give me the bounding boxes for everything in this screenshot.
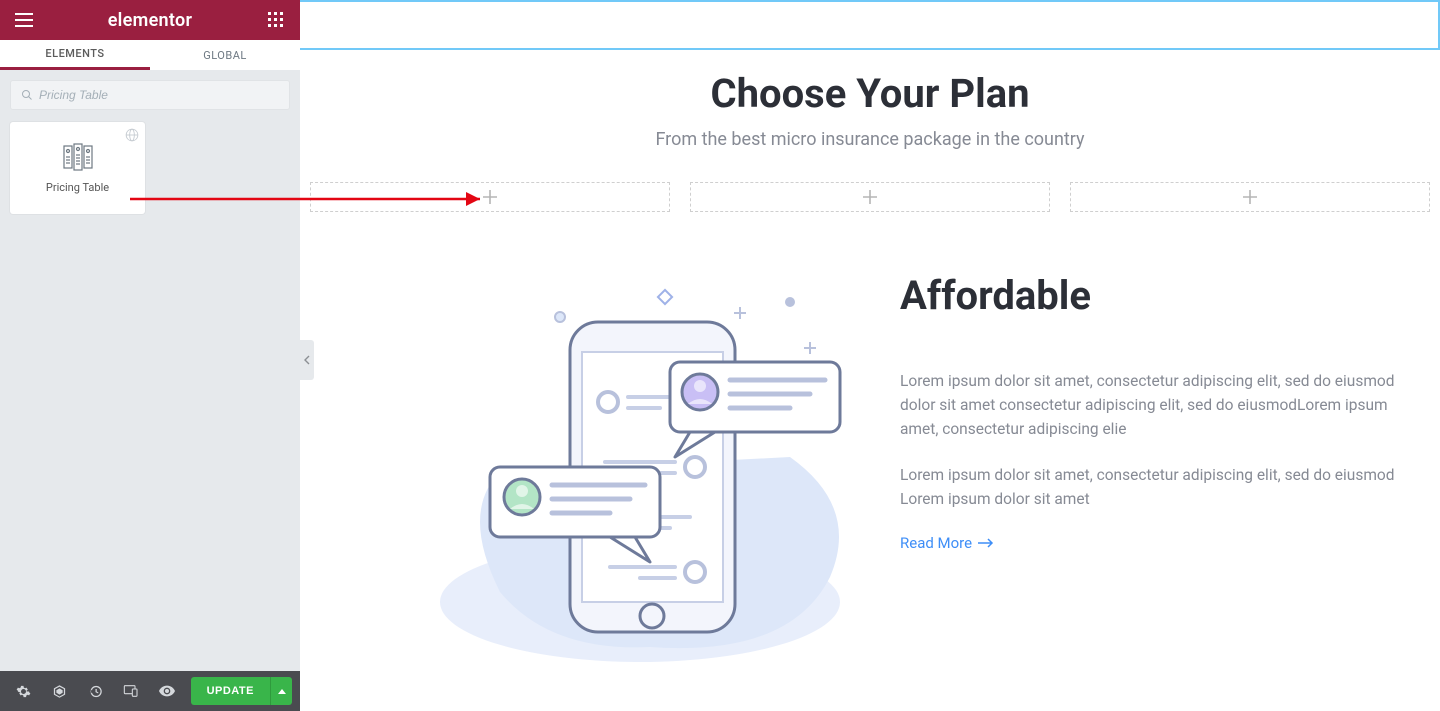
arrow-right-icon (978, 538, 994, 548)
hero-section: Choose Your Plan From the best micro ins… (300, 70, 1440, 150)
panel-tabs: ELEMENTS GLOBAL (0, 40, 300, 70)
apps-grid-icon[interactable] (264, 8, 288, 32)
plus-icon (483, 190, 497, 204)
preview-icon[interactable] (152, 676, 182, 706)
chevron-left-icon (304, 355, 310, 365)
widget-search[interactable] (10, 80, 290, 110)
settings-icon[interactable] (8, 676, 38, 706)
read-more-link[interactable]: Read More (900, 534, 994, 552)
tab-global[interactable]: GLOBAL (150, 40, 300, 70)
empty-columns-row (300, 182, 1440, 212)
plus-icon (863, 190, 877, 204)
search-input[interactable] (39, 88, 279, 102)
plus-icon (1243, 190, 1257, 204)
search-icon (21, 89, 33, 101)
tab-elements[interactable]: ELEMENTS (0, 40, 150, 70)
empty-column-3[interactable] (1070, 182, 1430, 212)
widget-pricing-table[interactable]: Pricing Table (10, 122, 145, 214)
editor-canvas: Choose Your Plan From the best micro ins… (300, 0, 1440, 711)
history-icon[interactable] (80, 676, 110, 706)
selected-section-outline[interactable] (300, 0, 1440, 50)
editor-sidebar: elementor ELEMENTS GLOBAL (0, 0, 300, 711)
brand-logo: elementor (108, 10, 193, 31)
hero-subtitle: From the best micro insurance package in… (320, 129, 1420, 150)
affordable-section: Affordable Lorem ipsum dolor sit amet, c… (300, 212, 1440, 672)
read-more-label: Read More (900, 534, 972, 552)
globe-icon (125, 128, 139, 145)
empty-column-1[interactable] (310, 182, 670, 212)
sidebar-header: elementor (0, 0, 300, 40)
empty-column-2[interactable] (690, 182, 1050, 212)
update-more-button[interactable] (270, 677, 292, 705)
section-paragraph-2: Lorem ipsum dolor sit amet, consectetur … (900, 463, 1410, 511)
phone-chat-illustration (380, 272, 860, 672)
navigator-icon[interactable] (44, 676, 74, 706)
responsive-icon[interactable] (116, 676, 146, 706)
update-button[interactable]: UPDATE (191, 677, 270, 705)
collapse-panel-button[interactable] (300, 340, 314, 380)
section-paragraph-1: Lorem ipsum dolor sit amet, consectetur … (900, 369, 1410, 441)
widget-label: Pricing Table (46, 181, 109, 194)
pricing-table-icon (63, 143, 93, 171)
affordable-text: Affordable Lorem ipsum dolor sit amet, c… (900, 272, 1410, 552)
hero-title: Choose Your Plan (320, 70, 1420, 117)
menu-icon[interactable] (12, 8, 36, 32)
sidebar-footer: UPDATE (0, 671, 300, 711)
section-title: Affordable (900, 272, 1410, 319)
